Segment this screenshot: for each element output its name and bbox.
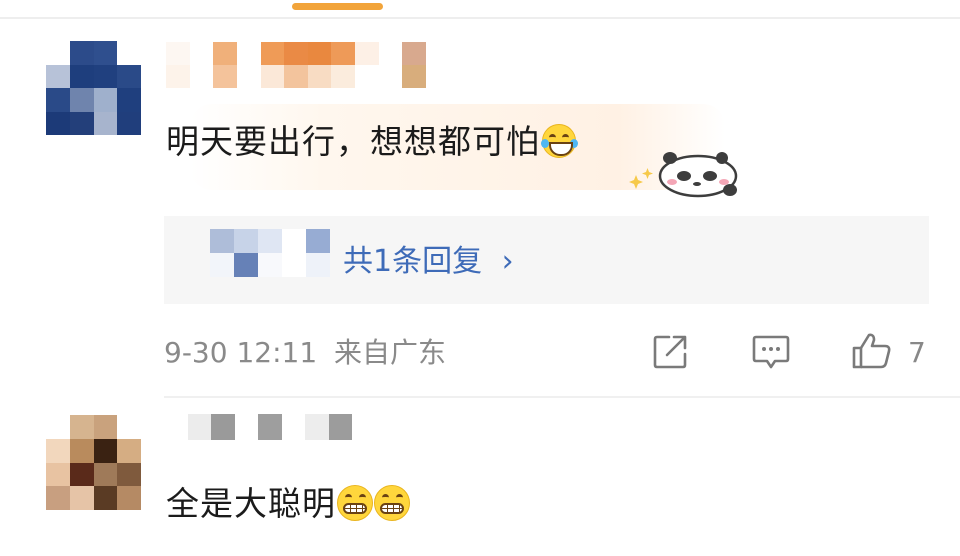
active-tab-indicator <box>292 3 383 10</box>
view-replies-link[interactable]: 共1条回复 › <box>343 244 514 280</box>
location: 来自广东 <box>334 336 447 369</box>
top-divider <box>0 17 960 19</box>
timestamp: 9-30 12:11 <box>164 336 318 369</box>
like-count: 7 <box>908 336 926 369</box>
comment-icon[interactable] <box>751 334 791 370</box>
avatar[interactable] <box>46 415 141 510</box>
comment-text: 明天要出行，想想都可怕 <box>166 122 578 162</box>
reply-avatars <box>210 229 330 277</box>
laugh-cry-emoji <box>541 124 578 158</box>
username[interactable] <box>188 414 352 440</box>
share-icon[interactable] <box>652 334 690 370</box>
comment-text: 全是大聪明 <box>166 484 410 524</box>
comment-divider <box>164 396 960 398</box>
chevron-right-icon: › <box>501 244 514 279</box>
reply-count-label: 共1条回复 <box>343 244 483 279</box>
avatar[interactable] <box>46 41 141 135</box>
grin-emoji <box>337 485 373 521</box>
sleepy-panda-sticker <box>629 152 738 198</box>
thumbs-up-icon[interactable] <box>851 332 893 370</box>
comment-meta: 9-30 12:11 来自广东 <box>164 336 446 370</box>
username[interactable] <box>166 42 426 88</box>
grin-emoji <box>374 485 410 521</box>
